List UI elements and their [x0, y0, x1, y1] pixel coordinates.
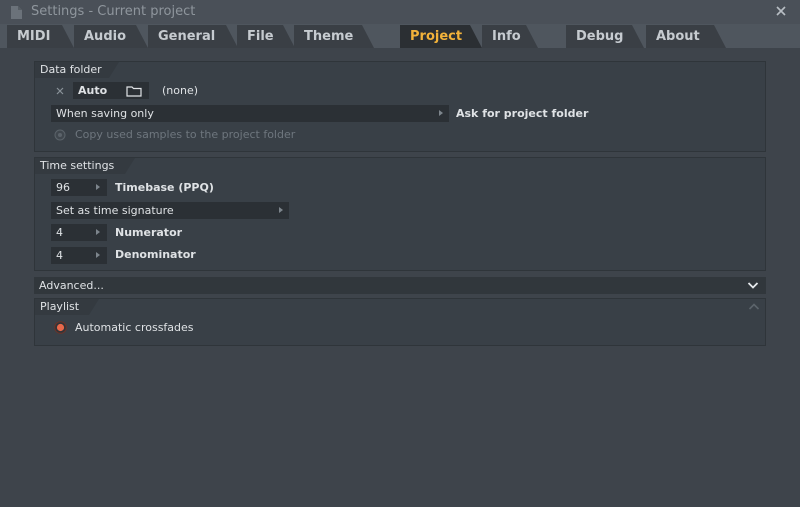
folder-icon[interactable] [126, 86, 142, 97]
window-title: Settings - Current project [31, 4, 196, 19]
denominator-value: 4 [56, 249, 63, 262]
tab-label: Project [410, 29, 463, 44]
document-icon [11, 6, 22, 19]
title-bar: Settings - Current project [0, 0, 800, 24]
numerator-stepper[interactable]: 4 [51, 224, 107, 241]
playlist-header: Playlist [40, 300, 80, 313]
tab-label: Info [492, 29, 521, 44]
data-folder-header: Data folder [40, 63, 102, 76]
tab-project[interactable]: Project [400, 25, 482, 48]
tab-label: About [656, 29, 700, 44]
chevron-right-icon [96, 229, 100, 235]
tab-file[interactable]: File [237, 25, 295, 48]
time-signature-value: Set as time signature [56, 204, 174, 217]
tab-about[interactable]: About [646, 25, 726, 48]
close-icon[interactable] [774, 4, 788, 18]
group-header: Playlist [35, 299, 99, 315]
when-saving-select[interactable]: When saving only [51, 105, 449, 122]
copy-samples-radio[interactable] [54, 129, 66, 141]
numerator-value: 4 [56, 226, 63, 239]
auto-label: Auto [78, 84, 108, 97]
data-folder-group: Data folder Auto (none) When saving only… [34, 61, 766, 152]
tab-audio[interactable]: Audio [74, 25, 148, 48]
when-saving-value: When saving only [56, 107, 154, 120]
tab-label: File [247, 29, 274, 44]
group-header: Time settings [35, 158, 135, 174]
clear-icon[interactable] [55, 86, 65, 96]
tab-label: General [158, 29, 216, 44]
denominator-stepper[interactable]: 4 [51, 247, 107, 264]
timebase-value: 96 [56, 181, 70, 194]
tab-info[interactable]: Info [482, 25, 538, 48]
tab-label: Debug [576, 29, 624, 44]
tab-label: MIDI [17, 29, 51, 44]
tab-midi[interactable]: MIDI [7, 25, 74, 48]
time-settings-group: Time settings 96 Timebase (PPQ) Set as t… [34, 157, 766, 271]
automatic-crossfades-label: Automatic crossfades [75, 321, 194, 334]
chevron-right-icon [96, 252, 100, 258]
tab-theme[interactable]: Theme [294, 25, 374, 48]
tab-label: Audio [84, 29, 127, 44]
folder-path-value: (none) [162, 84, 199, 97]
tab-bar: MIDI Audio General File Theme Project In… [0, 24, 800, 48]
tab-debug[interactable]: Debug [566, 25, 644, 48]
playlist-group: Playlist Automatic crossfades [34, 298, 766, 346]
chevron-right-icon [96, 184, 100, 190]
chevron-right-icon [279, 207, 283, 213]
tab-general[interactable]: General [148, 25, 238, 48]
chevron-up-icon[interactable] [748, 302, 760, 311]
chevron-right-icon [439, 110, 443, 116]
group-header: Data folder [35, 62, 119, 78]
chevron-down-icon [747, 282, 759, 289]
numerator-label: Numerator [115, 226, 183, 239]
tab-label: Theme [304, 29, 354, 44]
advanced-label: Advanced... [39, 279, 104, 292]
automatic-crossfades-radio[interactable] [54, 321, 67, 334]
advanced-section-toggle[interactable]: Advanced... [34, 277, 766, 294]
denominator-label: Denominator [115, 248, 196, 261]
timebase-stepper[interactable]: 96 [51, 179, 107, 196]
ask-project-folder-label: Ask for project folder [456, 107, 589, 120]
timebase-label: Timebase (PPQ) [115, 181, 214, 194]
copy-samples-label: Copy used samples to the project folder [75, 128, 296, 141]
time-signature-select[interactable]: Set as time signature [51, 202, 289, 219]
time-settings-header: Time settings [40, 159, 115, 172]
